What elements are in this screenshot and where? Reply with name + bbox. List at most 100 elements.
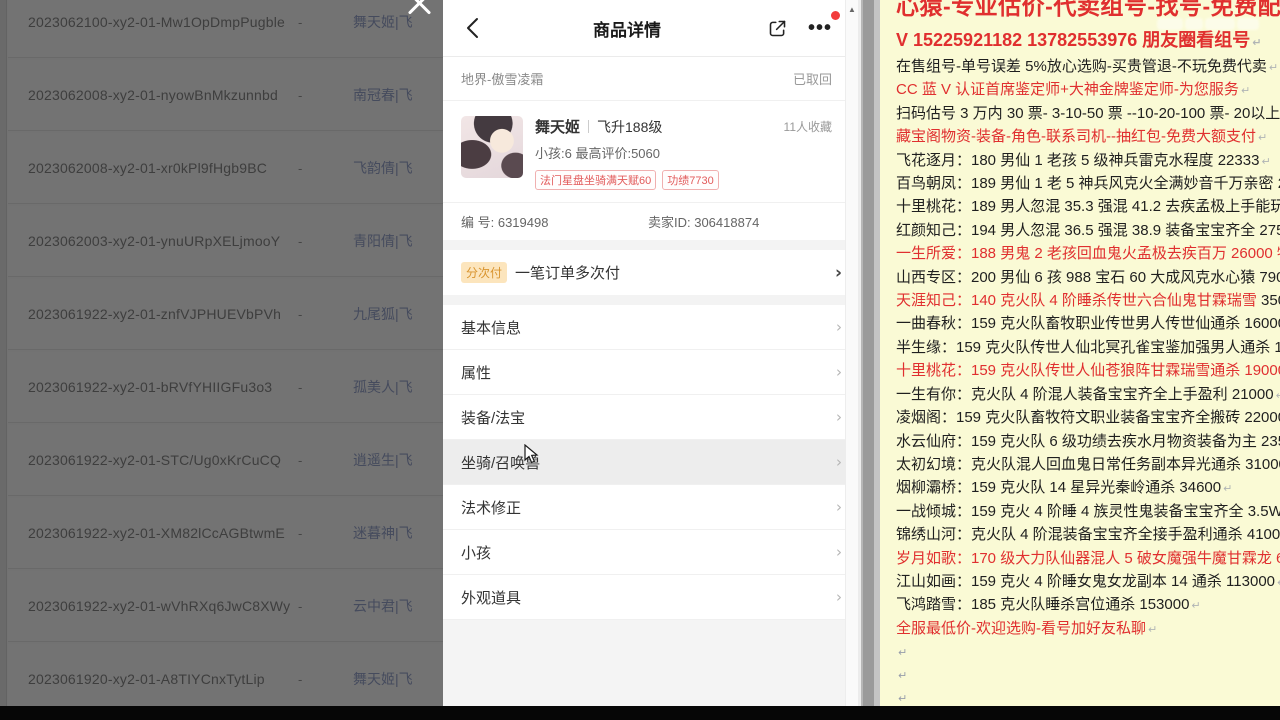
doc-empty-line: ↵: [896, 641, 1280, 664]
doc-text: 红颜知己：194 男人忽混 36.5 强混 38.9 装备宝宝齐全 27500: [896, 221, 1280, 239]
menu-item-外观道具[interactable]: 外观道具 ›: [443, 575, 858, 620]
panel-footer-area: [443, 620, 858, 706]
installment-text: 一笔订单多次付: [515, 265, 621, 282]
paragraph-mark: ↵: [898, 647, 908, 660]
menu-item-label: 法术修正: [461, 499, 522, 517]
doc-text: 一生所爱：188 男鬼 2 老孩回血鬼火孟极去疾百万 26000 特价号: [896, 245, 1280, 263]
modal-dim-overlay[interactable]: [0, 0, 443, 706]
doc-line: 藏宝阁物资-装备-角色-联系司机--抽红包-免费大额支付 ↵: [896, 126, 1280, 149]
doc-text: 飞鸿踏雪：185 克火队睡杀宫位通杀 153000: [896, 596, 1190, 614]
paragraph-mark: ↵: [898, 670, 908, 683]
menu-item-基本信息[interactable]: 基本信息 ›: [443, 305, 858, 350]
doc-text: 岁月如歌：170 级大力队仙器混人 5 破女魔强牛魔甘霖龙 61000: [896, 549, 1280, 567]
paragraph-mark: ↵: [1268, 62, 1279, 74]
notification-dot-icon: [831, 10, 840, 20]
doc-line: 一曲春秋：159 克火队畜牧职业传世男人传世仙通杀 16000↵: [896, 313, 1280, 336]
doc-text: 江山如画：159 克火 4 阶睡女鬼女龙副本 14 通杀 113000: [896, 572, 1276, 590]
doc-text: 藏宝阁物资-装备-角色-联系司机--抽红包-免费大额支付: [896, 128, 1256, 146]
paragraph-mark: ↵: [1223, 483, 1233, 496]
doc-text: 飞花逐月：180 男仙 1 老孩 5 级神兵雷克水程度 22333: [896, 151, 1260, 169]
chevron-right-icon: ›: [836, 363, 842, 381]
realm-label: 地界-傲雪凌霜: [461, 72, 544, 87]
doc-line: 一战倾城：159 克火 4 阶睡 4 族灵性鬼装备宝宝齐全 3.5W↵: [896, 501, 1280, 524]
seller-id: 卖家ID: 306418874: [648, 215, 760, 230]
panel-header: 商品详情 •••: [443, 0, 858, 57]
doc-text: 凌烟阁：159 克火队畜牧符文职业装备宝宝齐全搬砖 22000: [896, 409, 1280, 427]
chevron-right-icon: ›: [836, 498, 842, 516]
paragraph-mark: ↵: [1240, 85, 1251, 98]
doc-text: 十里桃花：189 男人忽混 35.3 强混 41.2 去疾孟极上手能玩 2588…: [896, 198, 1280, 216]
doc-line: 太初幻境：克火队混人回血鬼日常任务副本异光通杀 31000↵: [896, 454, 1280, 477]
menu-item-label: 基本信息: [461, 319, 522, 337]
chevron-right-icon: ›: [836, 588, 842, 606]
section-gap: [443, 295, 858, 305]
doc-line: 岁月如歌：170 级大力队仙器混人 5 破女魔强牛魔甘霖龙 61000↵: [896, 548, 1280, 571]
doc-line: 一生所爱：188 男鬼 2 老孩回血鬼火孟极去疾百万 26000 特价号↵: [896, 243, 1280, 266]
share-icon[interactable]: [767, 18, 788, 39]
doc-line: 江山如画：159 克火 4 阶睡女鬼女龙副本 14 通杀 113000↵: [896, 571, 1280, 594]
doc-line: 一生有你：克火队 4 阶混人装备宝宝齐全上手盈利 21000↵: [896, 384, 1280, 407]
doc-text: 半生缘：159 克火队传世人仙北冥孔雀宝鉴加强男人通杀 18000: [896, 338, 1280, 356]
doc-line: 在售组号-单号误差 5%放心选购-买贵管退-不玩免费代卖 ↵: [896, 56, 1280, 79]
doc-text: 一曲春秋：159 克火队畜牧职业传世男人传世仙通杀 16000: [896, 315, 1280, 333]
paragraph-mark: ↵: [1148, 623, 1158, 636]
doc-line: 红颜知己：194 男人忽混 36.5 强混 38.9 装备宝宝齐全 27500↵: [896, 220, 1280, 243]
paragraph-mark: ↵: [898, 693, 908, 706]
menu-item-装备/法宝[interactable]: 装备/法宝 ›: [443, 395, 858, 440]
product-detail-panel: 商品详情 ••• 地界-傲雪凌霜 已取回 舞天姬 飞升188级 11人收藏 小孩…: [443, 0, 858, 706]
scroll-up-arrow-icon[interactable]: ▲: [846, 5, 858, 14]
notes-document[interactable]: 心猿-专业估价-代卖组号-找号-免费配装↵V 15225921182 13782…: [880, 0, 1280, 706]
chevron-right-icon: ›: [836, 543, 842, 561]
paragraph-mark: ↵: [1261, 155, 1271, 168]
doc-text: 35000: [1261, 292, 1280, 310]
detail-menu: 基本信息 › 属性 › 装备/法宝 › 坐骑/召唤兽 › 法术修正 › 小孩 › 外观道具 ›: [443, 305, 858, 620]
doc-text: 一生有你：克火队 4 阶混人装备宝宝齐全上手盈利 21000: [896, 385, 1274, 403]
paragraph-mark: ↵: [1257, 132, 1268, 145]
doc-line: 水云仙府：159 克火队 6 级功绩去疾水月物资装备为主 23500↵: [896, 431, 1280, 454]
doc-text: 太初幻境：克火队混人回血鬼日常任务副本异光通杀 31000: [896, 455, 1280, 473]
doc-line: 半生缘：159 克火队传世人仙北冥孔雀宝鉴加强男人通杀 18000↵: [896, 337, 1280, 360]
doc-text: 山西专区：200 男仙 6 孩 988 宝石 60 大成风克水心猿 79000: [896, 268, 1280, 286]
installment-row[interactable]: 分次付 一笔订单多次付 ›: [443, 250, 858, 295]
chevron-right-icon: ›: [836, 318, 842, 336]
doc-line: CC 蓝 V 认证首席鉴定师+大神金牌鉴定师-为您服务 ↵: [896, 79, 1280, 102]
menu-item-label: 外观道具: [461, 589, 522, 607]
divider: [588, 120, 590, 133]
doc-text: 锦绣山河：克火队 4 阶混装备宝宝齐全接手盈利通杀 41000: [896, 526, 1280, 544]
doc-line: 全服最低价-欢迎选购-看号加好友私聊 ↵: [896, 618, 1280, 641]
doc-line: 扫码估号 3 万内 30 票- 3-10-50 票 --10-20-100 票-…: [896, 103, 1280, 126]
mouse-cursor: [524, 443, 539, 470]
chevron-right-icon: ›: [836, 408, 842, 426]
doc-line: 飞花逐月：180 男仙 1 老孩 5 级神兵雷克水程度 22333 ↵: [896, 150, 1280, 173]
doc-text: 扫码估号 3 万内 30 票- 3-10-50 票 --10-20-100 票-…: [896, 104, 1280, 122]
back-icon[interactable]: [461, 15, 487, 41]
menu-item-小孩[interactable]: 小孩 ›: [443, 530, 858, 575]
close-icon[interactable]: [404, 0, 434, 16]
tag-list: 法门星盘坐骑满天赋60 功绩7730: [535, 170, 832, 190]
doc-text: 百鸟朝凤：189 男仙 1 老 5 神兵风克火全满妙音千万亲密 22666: [896, 175, 1280, 193]
menu-item-法术修正[interactable]: 法术修正 ›: [443, 485, 858, 530]
more-menu-icon[interactable]: •••: [808, 18, 832, 38]
status-row: 地界-傲雪凌霜 已取回: [443, 57, 858, 101]
doc-line: 凌烟阁：159 克火队畜牧符文职业装备宝宝齐全搬砖 22000↵: [896, 407, 1280, 430]
product-summary: 舞天姬 飞升188级 11人收藏 小孩:6 最高评价:5060 法门星盘坐骑满天…: [443, 101, 858, 203]
menu-item-label: 小孩: [461, 544, 492, 562]
avatar: [461, 116, 523, 178]
serial-row: 编 号: 6319498 卖家ID: 306418874: [443, 203, 858, 240]
character-name: 舞天姬: [535, 119, 581, 136]
doc-line: 百鸟朝凤：189 男仙 1 老 5 神兵风克火全满妙音千万亲密 22666↵: [896, 173, 1280, 196]
menu-item-label: 装备/法宝: [461, 409, 526, 427]
orders-table-pane: 2023062100-xy2-01-Mw1OpDmpPugble-舞天姬|飞20…: [0, 0, 443, 706]
doc-text: 在售组号-单号误差 5%放心选购-买贵管退-不玩免费代卖: [896, 58, 1267, 75]
doc-text: 烟柳灞桥：159 克火队 14 星异光秦岭通杀 34600: [896, 479, 1222, 497]
doc-line: 飞鸿踏雪：185 克火队睡杀宫位通杀 153000 ↵: [896, 594, 1280, 617]
paragraph-mark: ↵: [1276, 390, 1280, 402]
menu-item-属性[interactable]: 属性 ›: [443, 350, 858, 395]
watermark: [1156, 16, 1274, 46]
menu-item-坐骑/召唤兽[interactable]: 坐骑/召唤兽 ›: [443, 440, 858, 485]
attribute-tag: 功绩7730: [662, 170, 719, 190]
section-gap: [443, 240, 858, 250]
doc-empty-line: ↵: [896, 664, 1280, 687]
panel-scrollbar[interactable]: ▲: [845, 0, 858, 706]
installment-badge: 分次付: [461, 262, 508, 283]
